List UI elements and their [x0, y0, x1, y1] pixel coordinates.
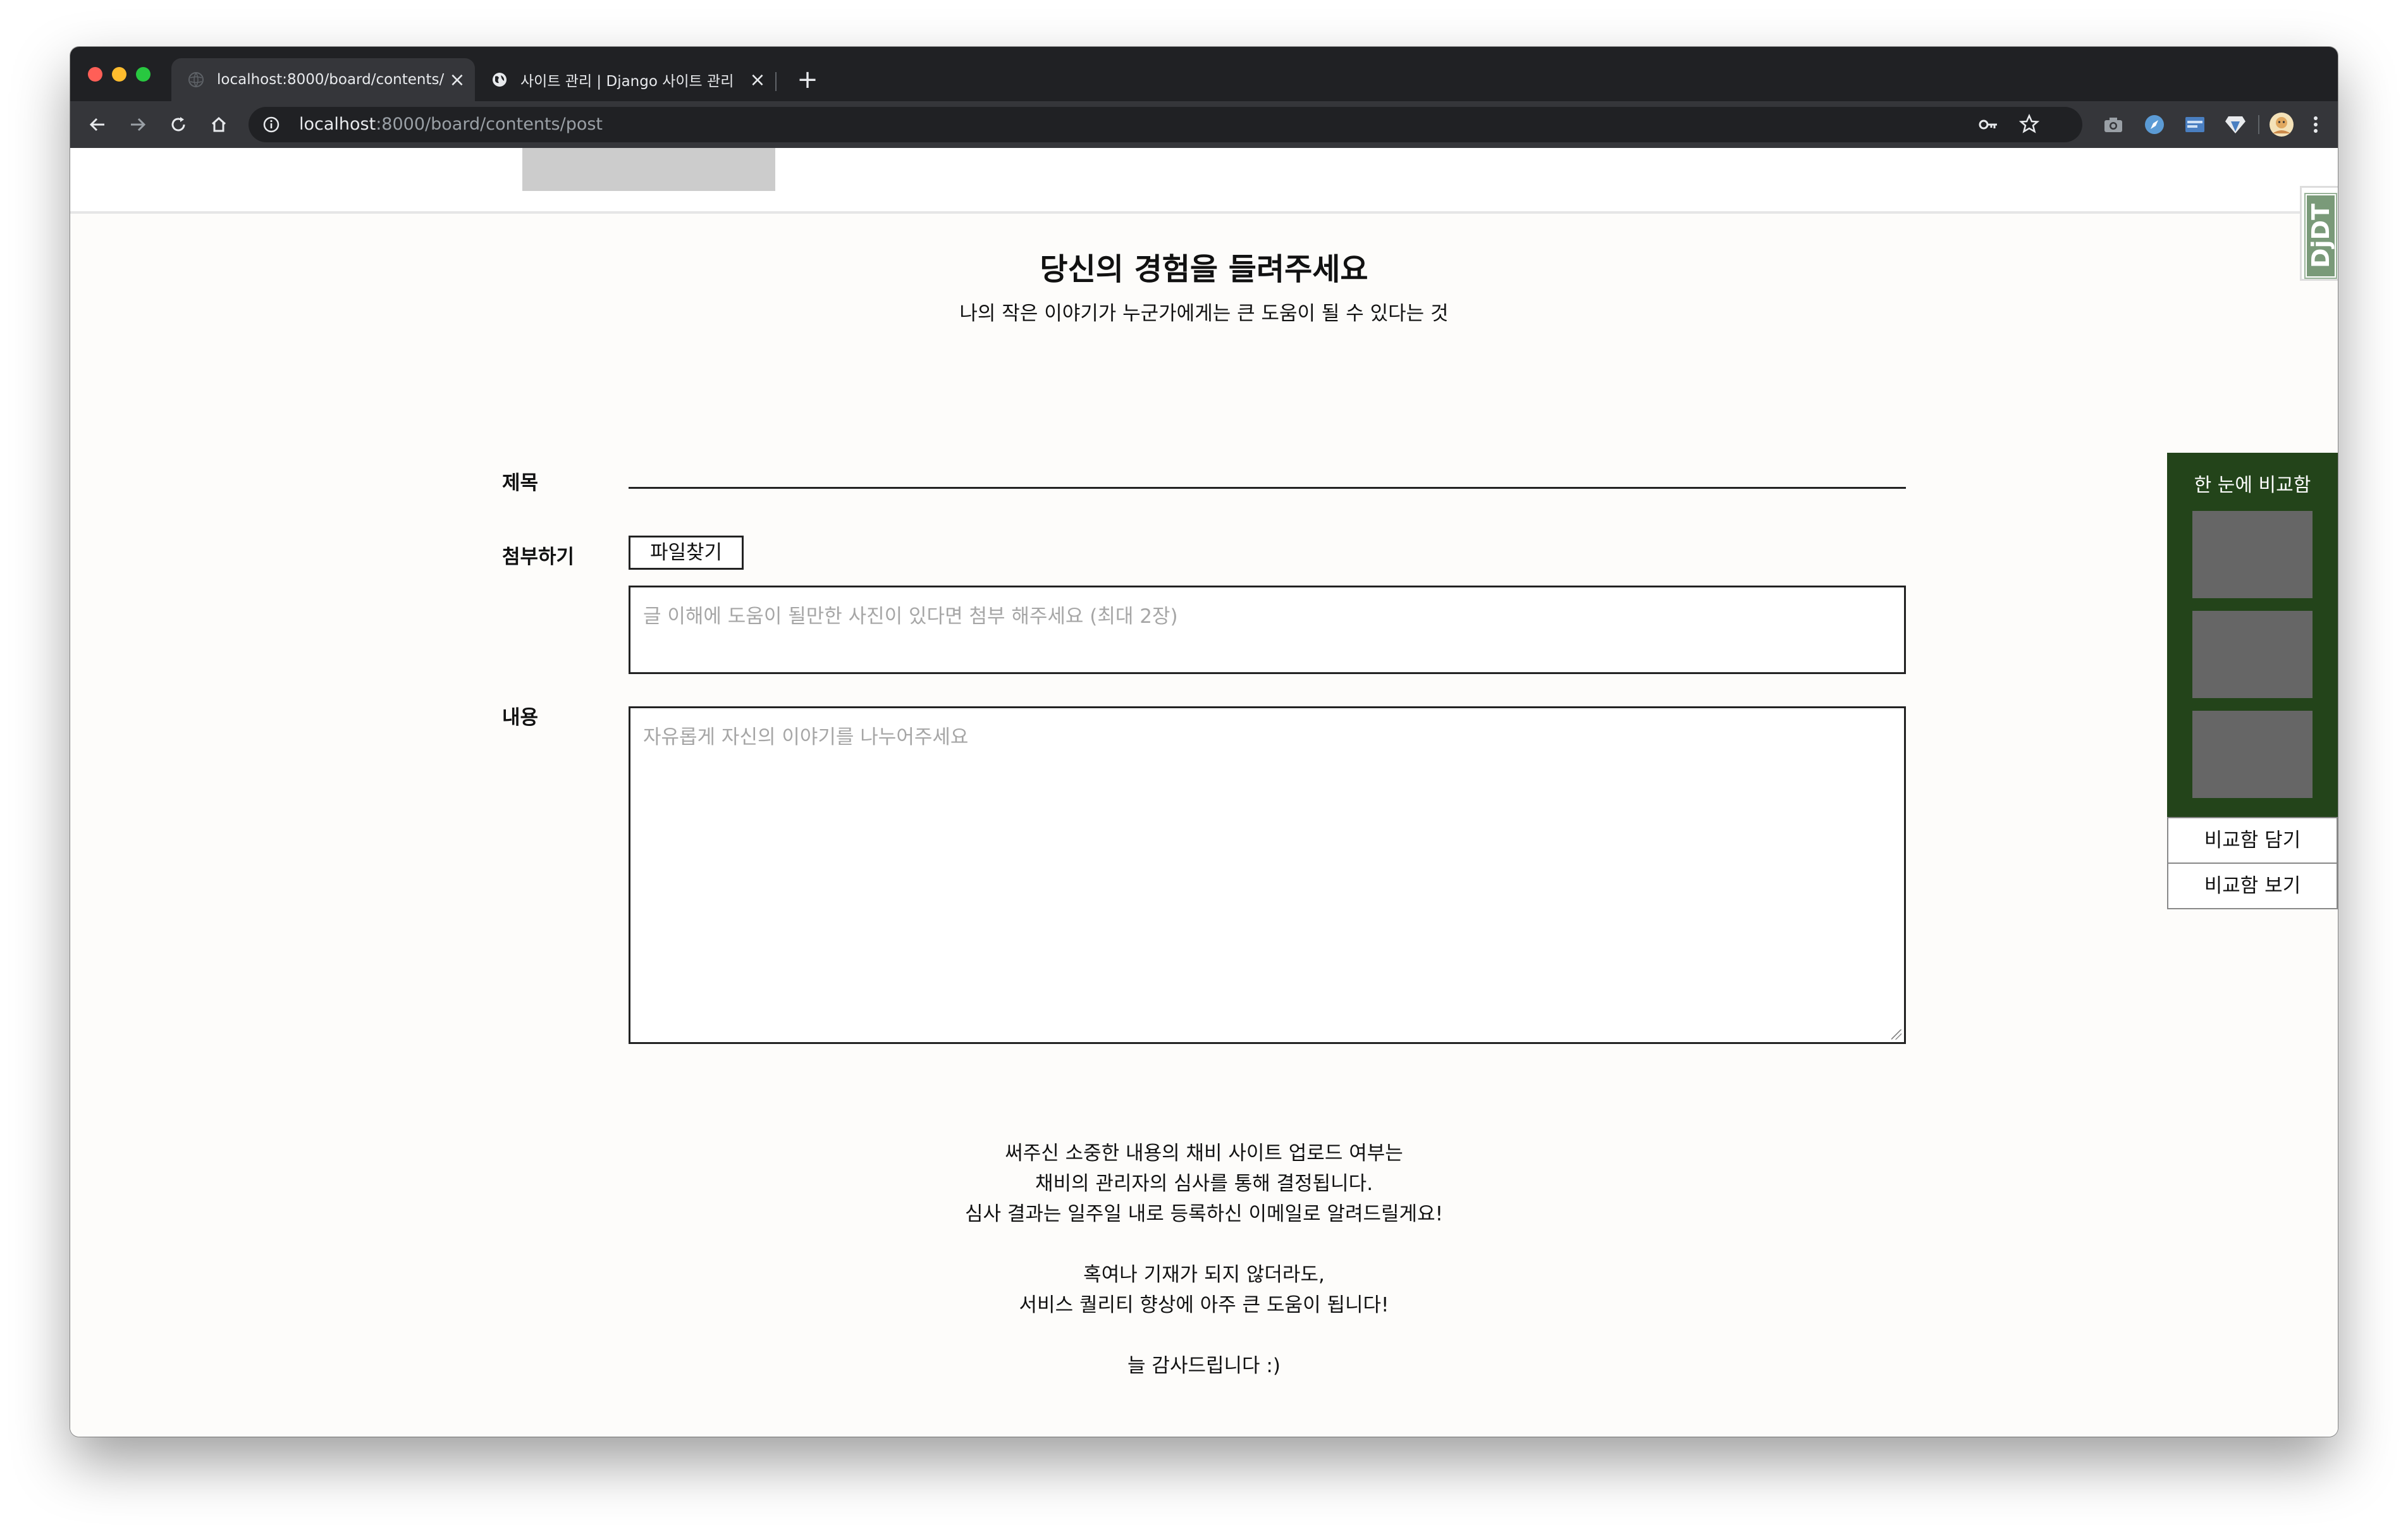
- content-placeholder: 자유롭게 자신의 이야기를 나누어주세요: [643, 726, 969, 749]
- view-compare-button[interactable]: 비교함 보기: [2167, 863, 2338, 909]
- notice-line: 서비스 퀄리티 향상에 아주 큰 도움이 됩니다!: [1019, 1294, 1389, 1317]
- page-title: 당신의 경험을 들려주세요: [1040, 252, 1368, 287]
- maximize-window-button[interactable]: [136, 67, 150, 82]
- close-tab-icon[interactable]: ×: [745, 69, 770, 91]
- globe-icon: [493, 73, 507, 87]
- globe-icon: [188, 72, 204, 88]
- notice-line: [70, 1320, 2338, 1351]
- more-options-icon[interactable]: [2302, 111, 2329, 138]
- compare-title: 한 눈에 비교함: [2194, 474, 2311, 496]
- attach-label: 첨부하기: [502, 546, 575, 568]
- forward-arrow-icon[interactable]: [125, 111, 151, 138]
- title-label: 제목: [502, 472, 539, 494]
- review-notice: 써주신 소중한 내용의 채비 사이트 업로드 여부는 채비의 관리자의 심사를 …: [70, 1138, 2338, 1381]
- notice-line: 심사 결과는 일주일 내로 등록하신 이메일로 알려드릴게요!: [964, 1203, 1444, 1225]
- url-path: :8000/board/contents/post: [376, 114, 603, 134]
- resize-handle[interactable]: [1891, 1029, 1901, 1040]
- content-textarea[interactable]: 자유롭게 자신의 이야기를 나누어주세요: [629, 706, 1906, 1044]
- back-arrow-icon[interactable]: [84, 111, 111, 138]
- home-icon[interactable]: [206, 111, 232, 138]
- url-host: localhost: [299, 114, 376, 134]
- compare-slot[interactable]: [2192, 711, 2313, 798]
- tab-title: 사이트 관리 | Django 사이트 관리: [520, 73, 734, 90]
- window-extension-icon[interactable]: [2182, 111, 2208, 138]
- toolbar-separator: [2258, 115, 2259, 134]
- tab-bar: localhost:8000/board/contents/post × 사이트…: [70, 47, 2338, 101]
- close-tab-icon[interactable]: ×: [445, 69, 470, 91]
- attachment-dropzone[interactable]: 글 이해에 도움이 될만한 사진이 있다면 첨부 해주세요 (최대 2장): [629, 586, 1906, 674]
- info-icon[interactable]: [262, 116, 280, 133]
- camera-icon[interactable]: [2100, 111, 2127, 138]
- reload-icon[interactable]: [165, 111, 192, 138]
- title-input[interactable]: [629, 451, 1906, 489]
- compare-slot[interactable]: [2192, 511, 2313, 598]
- notice-line: 채비의 관리자의 심사를 통해 결정됩니다.: [1035, 1172, 1373, 1195]
- minimize-window-button[interactable]: [112, 67, 126, 82]
- close-window-button[interactable]: [88, 67, 102, 82]
- address-bar[interactable]: localhost:8000/board/contents/post: [249, 107, 2082, 142]
- page-subtitle: 나의 작은 이야기가 누군가에게는 큰 도움이 될 수 있다는 것: [959, 302, 1449, 325]
- tab-board-post[interactable]: localhost:8000/board/contents/post ×: [171, 58, 475, 101]
- page-content: DjDT 당신의 경험을 들려주세요 나의 작은 이야기가 누군가에게는 큰 도…: [70, 148, 2338, 1437]
- browser-toolbar: localhost:8000/board/contents/post: [70, 101, 2338, 148]
- content-label: 내용: [502, 706, 539, 729]
- key-icon[interactable]: [1979, 115, 1999, 134]
- file-browse-button[interactable]: 파일찾기: [629, 536, 744, 570]
- new-tab-button[interactable]: +: [787, 61, 828, 99]
- compare-panel: 한 눈에 비교함: [2167, 453, 2338, 817]
- tab-title: localhost:8000/board/contents/post: [217, 71, 445, 88]
- compass-extension-icon[interactable]: [2141, 111, 2168, 138]
- add-to-compare-button[interactable]: 비교함 담기: [2167, 817, 2338, 864]
- profile-avatar-icon[interactable]: [2268, 111, 2295, 138]
- notice-line: 늘 감사드립니다 :): [1127, 1354, 1281, 1377]
- notice-line: 써주신 소중한 내용의 채비 사이트 업로드 여부는: [1005, 1142, 1403, 1165]
- tab-separator: [775, 72, 777, 91]
- notice-line: [70, 1229, 2338, 1260]
- gem-extension-icon[interactable]: [2222, 111, 2249, 138]
- notice-line: 혹여나 기재가 되지 않더라도,: [1083, 1263, 1325, 1286]
- site-logo[interactable]: [522, 148, 775, 191]
- star-icon[interactable]: [2019, 114, 2039, 134]
- site-header: [70, 148, 2338, 214]
- compare-slot[interactable]: [2192, 611, 2313, 698]
- attachment-placeholder: 글 이해에 도움이 될만한 사진이 있다면 첨부 해주세요 (최대 2장): [643, 605, 1178, 628]
- tab-django-admin[interactable]: 사이트 관리 | Django 사이트 관리 ×: [475, 58, 775, 101]
- browser-window: localhost:8000/board/contents/post × 사이트…: [70, 47, 2338, 1437]
- url-text[interactable]: localhost:8000/board/contents/post: [299, 107, 603, 142]
